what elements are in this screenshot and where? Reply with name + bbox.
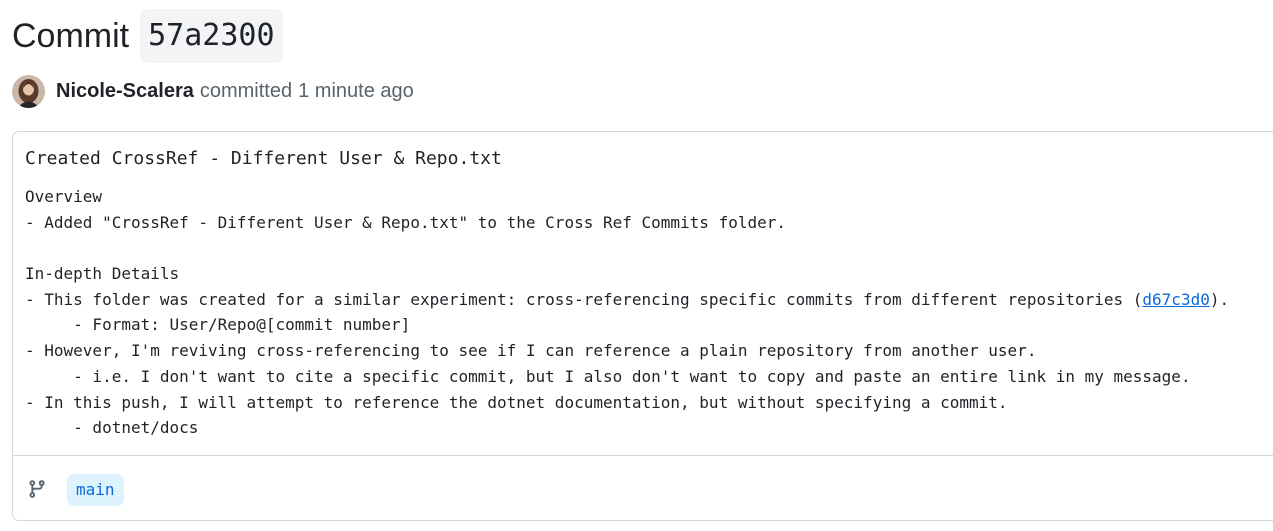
desc-line: - However, I'm reviving cross-referencin… [25, 341, 1037, 361]
commit-title: Created CrossRef - Different User & Repo… [25, 148, 502, 169]
desc-line [25, 235, 1273, 261]
desc-line-with-link: - This folder was created for a similar … [25, 287, 1273, 313]
page-title: Commit 57a2300 [12, 9, 283, 63]
desc-line: - Format: User/Repo@[commit number] [25, 315, 411, 335]
commit-sha[interactable]: 57a2300 [140, 9, 283, 63]
desc-line: - i.e. I don't want to cite a specific c… [25, 366, 1191, 386]
desc-line: In-depth Details [25, 264, 180, 284]
commit-footer: main [13, 455, 1273, 520]
desc-line: Overview [25, 187, 103, 206]
git-branch-icon [29, 480, 45, 498]
desc-text: ). [1209, 289, 1230, 309]
branch-label[interactable]: main [67, 474, 124, 506]
commit-reference-link[interactable]: d67c3d0 [1142, 290, 1209, 309]
commit-message: Created CrossRef - Different User & Repo… [25, 146, 1273, 441]
desc-line: - In this push, I will attempt to refere… [25, 392, 1008, 412]
commit-card: Created CrossRef - Different User & Repo… [12, 131, 1273, 521]
desc-line: - Added "CrossRef - Different User & Rep… [25, 212, 786, 232]
desc-text: - This folder was created for a similar … [25, 289, 1143, 309]
commit-author-row: Nicole-Scalera committed 1 minute ago [12, 74, 414, 108]
page-title-text: Commit [12, 17, 130, 55]
commit-time[interactable]: 1 minute ago [298, 80, 414, 103]
desc-line: - dotnet/docs [25, 418, 199, 438]
commit-action: committed [199, 79, 293, 102]
author-name[interactable]: Nicole-Scalera [56, 80, 194, 103]
commit-description: Overview - Added "CrossRef - Different U… [25, 184, 1273, 441]
avatar[interactable] [12, 74, 45, 108]
